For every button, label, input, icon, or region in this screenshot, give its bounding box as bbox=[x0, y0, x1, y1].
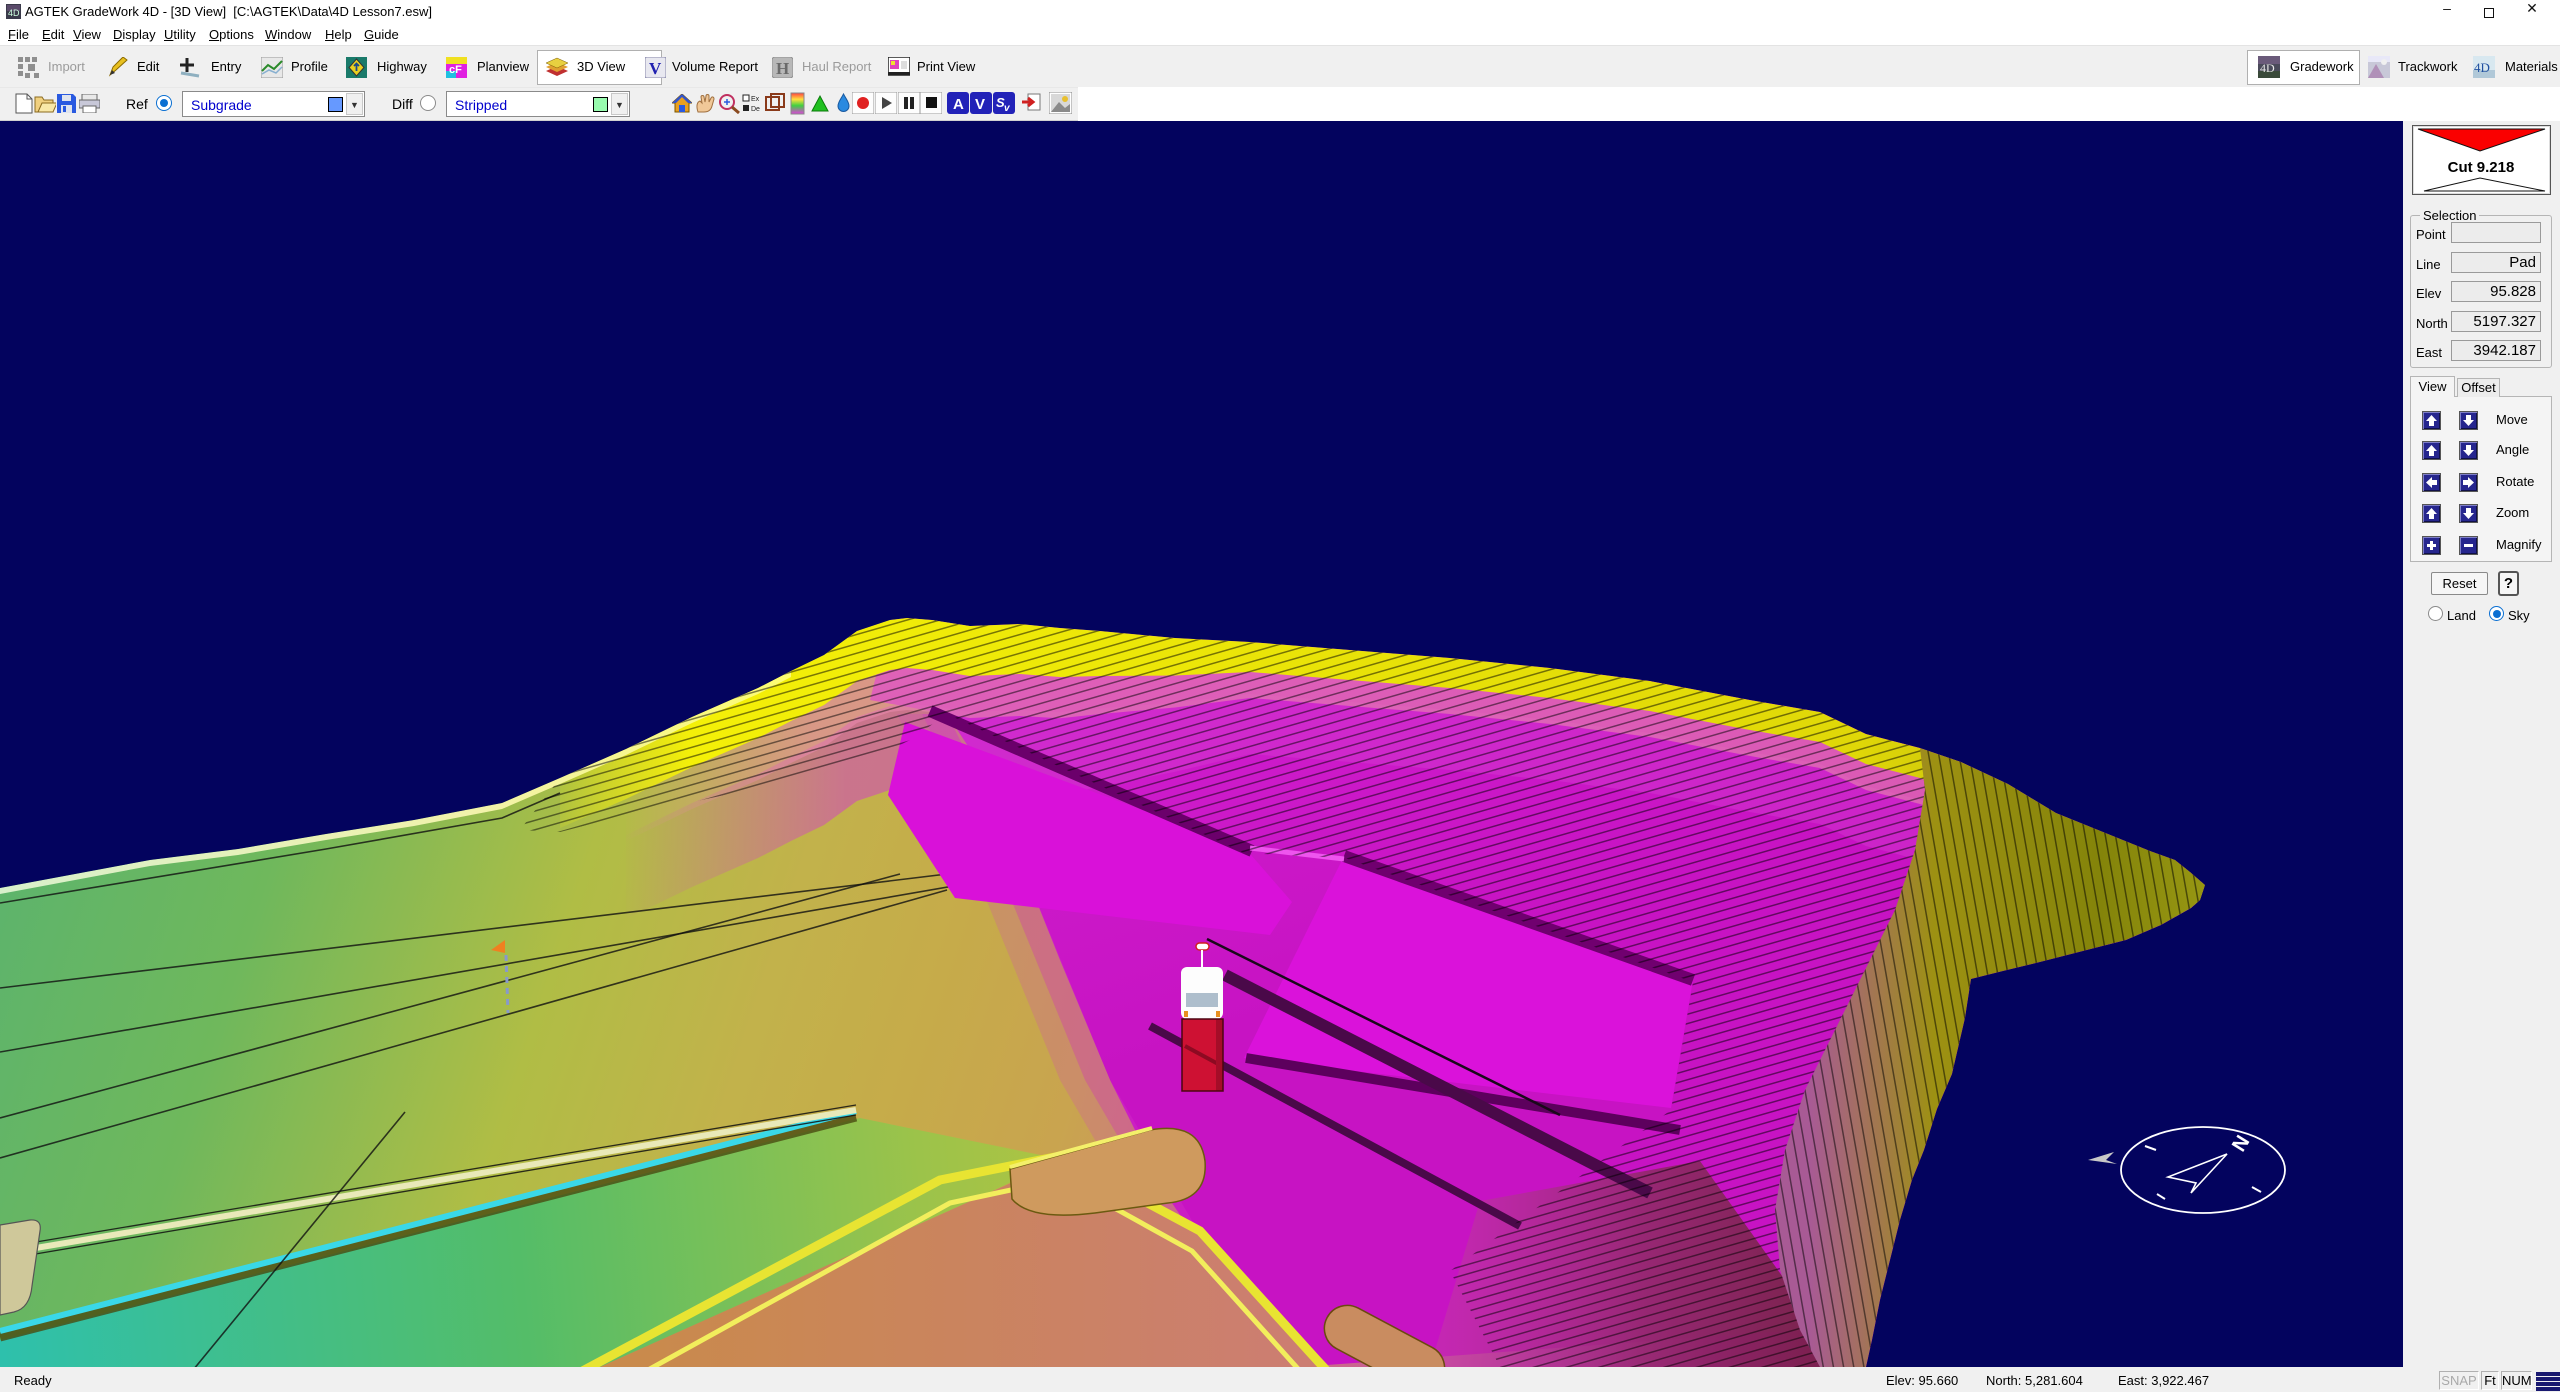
svg-text:4D: 4D bbox=[8, 8, 20, 18]
svg-text:Cut 9.218: Cut 9.218 bbox=[2448, 159, 2515, 176]
svg-text:De: De bbox=[751, 106, 760, 113]
svg-text:H: H bbox=[776, 59, 789, 78]
svg-text:4D: 4D bbox=[2474, 60, 2490, 75]
svg-text:cF: cF bbox=[449, 64, 462, 76]
svg-text:4D: 4D bbox=[2260, 61, 2275, 75]
svg-text:Ex: Ex bbox=[751, 96, 760, 103]
svg-text:V: V bbox=[975, 96, 985, 113]
svg-text:V: V bbox=[649, 59, 662, 78]
svg-text:A: A bbox=[953, 96, 964, 113]
